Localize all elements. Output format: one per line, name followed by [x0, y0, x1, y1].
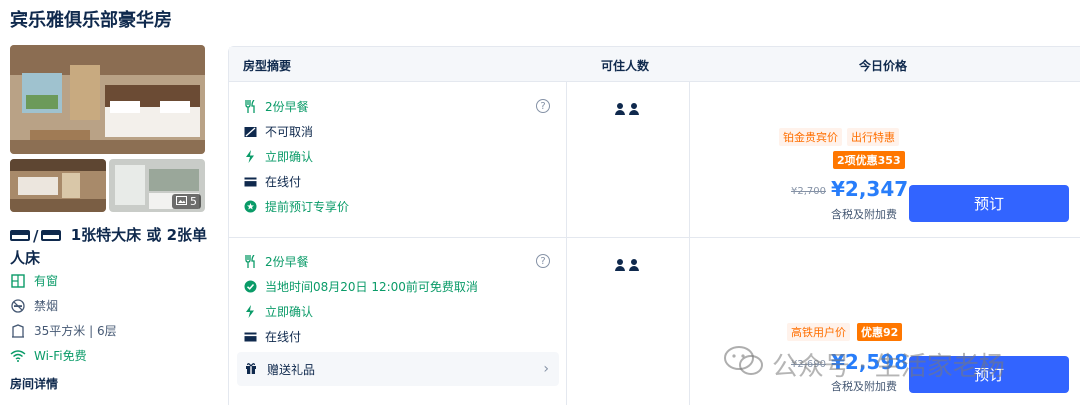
card-icon — [243, 330, 257, 344]
room-attr-label: Wi-Fi免费 — [34, 349, 87, 363]
person-icon — [629, 103, 639, 115]
room-attr-window: 有窗 — [10, 272, 58, 289]
price-tag: 出行特惠 — [847, 128, 899, 146]
room-thumbnail-1[interactable] — [10, 159, 106, 212]
room-thumbnail-2[interactable]: 5 — [109, 159, 205, 212]
gift-icon — [245, 362, 257, 377]
room-main-photo[interactable] — [10, 45, 205, 154]
photo-count-badge[interactable]: 5 — [172, 194, 201, 209]
lightning-icon — [243, 305, 257, 319]
feature-label: 2份早餐 — [265, 255, 309, 269]
feature-pay-online: 在线付 — [243, 328, 301, 345]
person-icon — [615, 259, 625, 271]
feature-breakfast: 2份早餐 — [243, 98, 309, 115]
feature-label: 提前预订专享价 — [265, 200, 350, 214]
room-attr-no-smoking: 禁烟 — [10, 297, 58, 314]
current-price: ¥2,347 — [831, 177, 909, 201]
room-attr-area: 35平方米 | 6层 — [10, 322, 117, 339]
no-cancel-icon — [243, 125, 257, 139]
feature-label: 不可取消 — [265, 125, 314, 139]
feature-breakfast: 2份早餐 — [243, 253, 309, 270]
watermark: 公众号 · 生活家老杨 — [724, 345, 1005, 384]
header-occupancy: 可住人数 — [601, 59, 650, 73]
feature-label: 在线付 — [265, 330, 302, 344]
room-bed-description: / 1张特大床 或 2张单人床 — [10, 224, 210, 269]
price-tag: 高铁用户价 — [787, 323, 850, 341]
star-badge-icon — [243, 200, 257, 214]
gift-row[interactable]: 赠送礼品 › — [237, 352, 559, 386]
room-attr-label: 禁烟 — [34, 299, 59, 313]
card-icon — [243, 175, 257, 189]
feature-label: 立即确认 — [265, 305, 314, 319]
king-bed-icon — [10, 230, 30, 241]
tax-note: 含税及附加费 — [831, 208, 897, 221]
image-icon — [176, 195, 187, 208]
feature-label: 当地时间08月20日 12:00前可免费取消 — [265, 280, 478, 294]
chevron-right-icon: › — [543, 361, 549, 377]
table-header: 房型摘要 可住人数 今日价格 — [229, 47, 1080, 82]
original-price: ¥2,700 — [791, 186, 826, 197]
photo-count: 5 — [190, 195, 197, 208]
price-tag: 铂金贵宾价 — [779, 128, 842, 146]
wifi-icon — [10, 348, 26, 364]
room-attr-wifi: Wi-Fi免费 — [10, 347, 87, 364]
row-divider — [229, 237, 1080, 238]
utensils-icon — [243, 255, 257, 269]
utensils-icon — [243, 100, 257, 114]
twin-bed-icon — [41, 230, 62, 241]
no-smoking-icon — [10, 298, 26, 314]
lightning-icon — [243, 150, 257, 164]
area-icon — [10, 323, 26, 339]
discount-badge[interactable]: 2项优惠353 — [833, 151, 905, 169]
discount-badge[interactable]: 优惠92 — [857, 323, 903, 341]
column-divider — [689, 82, 690, 405]
room-detail-link[interactable]: 房间详情 — [10, 375, 58, 392]
bed-icons: / — [10, 225, 62, 247]
feature-label: 立即确认 — [265, 150, 314, 164]
header-price: 今日价格 — [859, 59, 908, 73]
gift-label: 赠送礼品 — [267, 362, 316, 377]
person-icon — [615, 103, 625, 115]
feature-instant-confirm: 立即确认 — [243, 303, 313, 320]
room-attr-label: 35平方米 | 6层 — [34, 324, 117, 338]
column-divider — [566, 82, 567, 405]
feature-pay-online: 在线付 — [243, 173, 301, 190]
check-circle-icon — [243, 280, 257, 294]
feature-cancellation: 不可取消 — [243, 123, 313, 140]
feature-early-booking: 提前预订专享价 — [243, 198, 349, 215]
feature-free-cancellation: 当地时间08月20日 12:00前可免费取消 — [243, 278, 478, 295]
room-attr-label: 有窗 — [34, 274, 59, 288]
help-icon[interactable]: ? — [536, 99, 550, 113]
room-type-title: 宾乐雅俱乐部豪华房 — [10, 10, 172, 31]
header-room-summary: 房型摘要 — [243, 59, 292, 73]
watermark-text: 公众号 · 生活家老杨 — [772, 352, 1005, 382]
feature-label: 2份早餐 — [265, 100, 309, 114]
help-icon[interactable]: ? — [536, 254, 550, 268]
book-button[interactable]: 预订 — [909, 185, 1069, 222]
occupancy-2-guests — [615, 259, 639, 271]
occupancy-2-guests — [615, 103, 639, 115]
feature-instant-confirm: 立即确认 — [243, 148, 313, 165]
person-icon — [629, 259, 639, 271]
wechat-icon — [724, 345, 764, 384]
window-icon — [10, 273, 26, 289]
feature-label: 在线付 — [265, 175, 302, 189]
